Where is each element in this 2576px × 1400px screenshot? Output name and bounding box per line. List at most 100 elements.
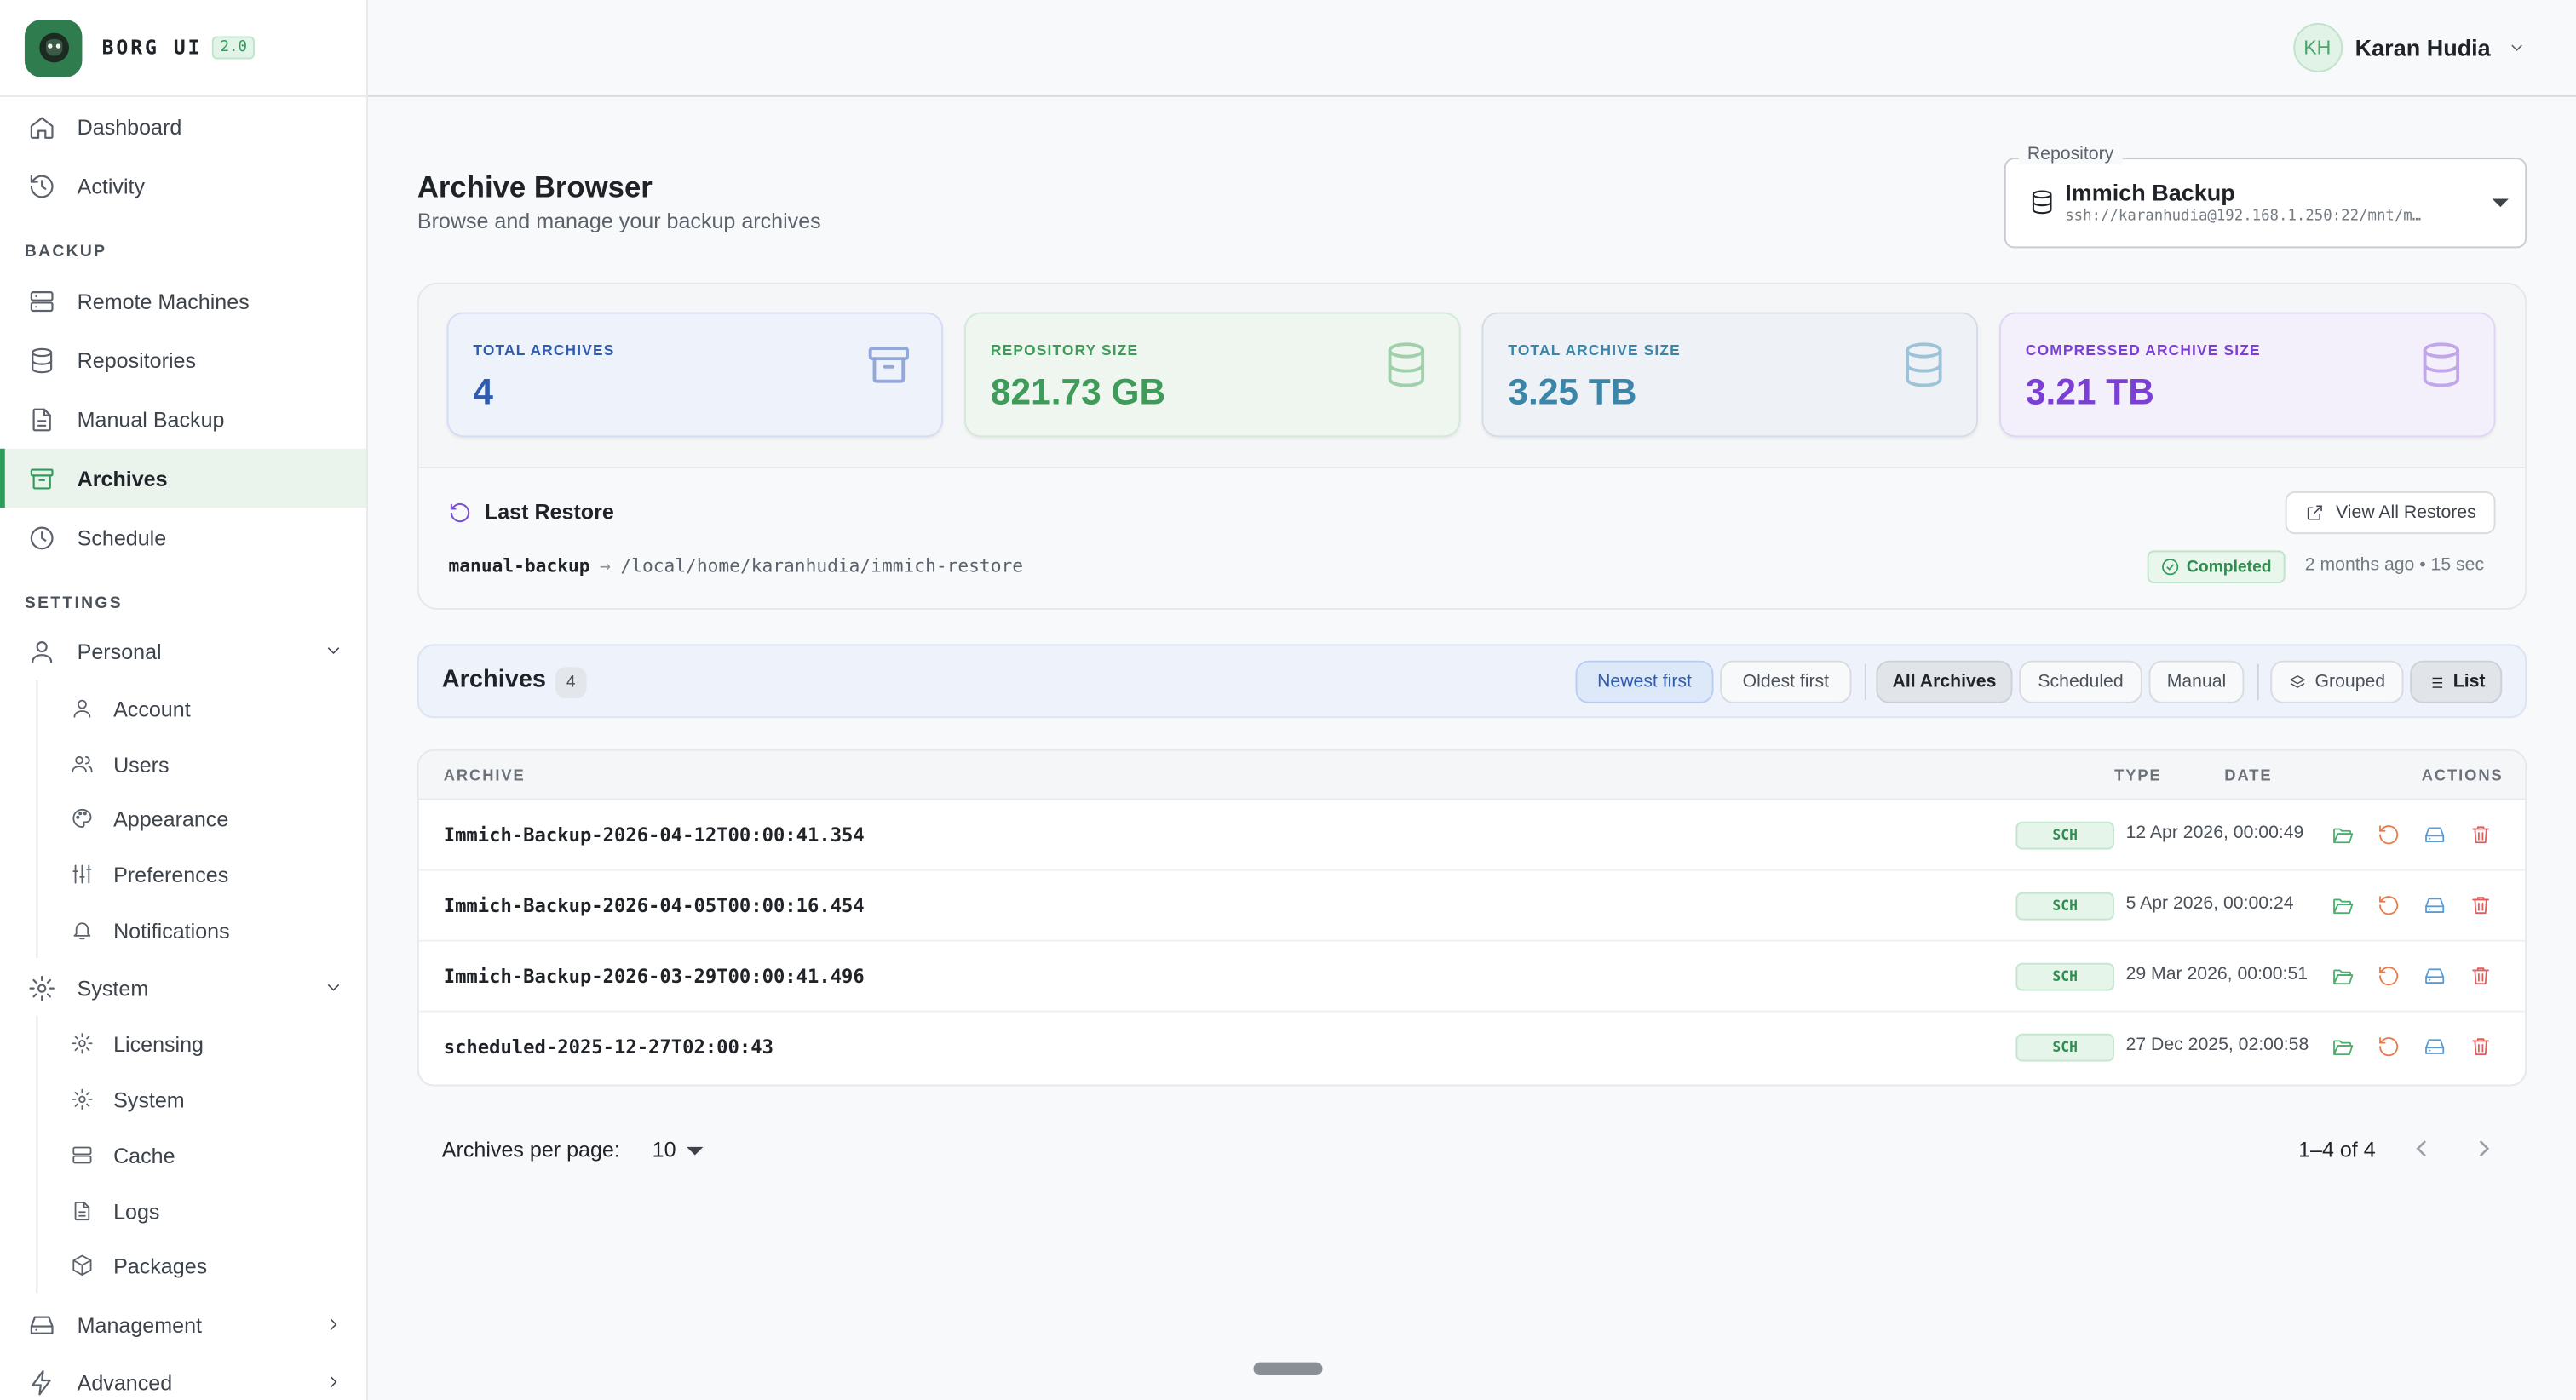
trash-icon[interactable] xyxy=(2470,894,2493,917)
nav-repositories[interactable]: Repositories xyxy=(0,330,366,389)
list-icon xyxy=(2429,676,2443,687)
filter-scheduled-button[interactable]: Scheduled xyxy=(2019,660,2142,703)
nav-logs[interactable]: Logs xyxy=(36,1183,365,1239)
restore-icon[interactable] xyxy=(2378,823,2401,846)
restore-icon[interactable] xyxy=(2378,1036,2401,1059)
archive-date: 5 Apr 2026, 00:00:24 xyxy=(2125,893,2294,914)
filter-manual-button[interactable]: Manual xyxy=(2148,660,2245,703)
home-icon xyxy=(30,116,54,138)
user-icon xyxy=(32,640,53,663)
nav-label: Activity xyxy=(77,173,146,198)
nav-label: Appearance xyxy=(113,806,229,831)
nav-label: Archives xyxy=(77,466,168,491)
nav-advanced[interactable]: Advanced xyxy=(0,1352,366,1400)
user-menu[interactable]: KH Karan Hudia xyxy=(2292,23,2527,72)
nav-personal[interactable]: Personal xyxy=(0,621,366,680)
repository-select[interactable]: Immich Backup ssh://karanhudia@192.168.1… xyxy=(2004,158,2527,249)
palette-icon xyxy=(72,808,92,828)
nav-manual-backup[interactable]: Manual Backup xyxy=(0,389,366,448)
folder-open-icon[interactable] xyxy=(2332,965,2355,988)
view-grouped-button[interactable]: Grouped xyxy=(2270,660,2404,703)
layers-icon xyxy=(2289,674,2306,687)
stat-total-archives: TOTAL ARCHIVES 4 xyxy=(446,312,943,438)
chevron-left-icon[interactable] xyxy=(2406,1133,2436,1163)
nav-account[interactable]: Account xyxy=(36,680,365,737)
col-archive: ARCHIVE xyxy=(443,767,526,786)
sort-oldest-button[interactable]: Oldest first xyxy=(1720,660,1852,703)
filter-all-button[interactable]: All Archives xyxy=(1876,660,2013,703)
check-circle-icon xyxy=(2162,559,2179,576)
view-list-button[interactable]: List xyxy=(2410,660,2503,703)
nav-label: Licensing xyxy=(113,1030,204,1056)
table-row[interactable]: Immich-Backup-2026-03-29T00:00:41.496 SC… xyxy=(418,942,2526,1013)
view-all-restores-label: View All Restores xyxy=(2336,502,2476,523)
nav-label: Preferences xyxy=(113,862,229,887)
nav-appearance[interactable]: Appearance xyxy=(36,790,365,846)
table-row[interactable]: scheduled-2025-12-27T02:00:43 SCH 27 Dec… xyxy=(419,1013,2525,1083)
col-date: DATE xyxy=(2224,767,2273,786)
mount-drive-icon[interactable] xyxy=(2424,894,2447,917)
nav-archives[interactable]: Archives xyxy=(0,448,367,508)
nav-activity[interactable]: Activity xyxy=(0,156,366,215)
nav-schedule[interactable]: Schedule xyxy=(0,508,366,566)
user-name: Karan Hudia xyxy=(2355,34,2491,61)
table-row[interactable]: Immich-Backup-2026-04-05T00:00:16.454 SC… xyxy=(418,871,2526,942)
mount-drive-icon[interactable] xyxy=(2424,1036,2447,1059)
clock-icon xyxy=(30,525,54,549)
section-backup: BACKUP xyxy=(24,243,107,261)
archives-title: Archives xyxy=(441,665,547,694)
avatar: KH xyxy=(2292,23,2343,72)
page-title: Archive Browser xyxy=(417,170,653,204)
table-row[interactable]: Immich-Backup-2026-04-12T00:00:41.354 SC… xyxy=(418,800,2526,871)
view-all-restores-button[interactable]: View All Restores xyxy=(2285,491,2496,535)
archive-name: Immich-Backup-2026-03-29T00:00:41.496 xyxy=(443,964,865,988)
nav-system[interactable]: System xyxy=(0,958,366,1017)
folder-open-icon[interactable] xyxy=(2332,1036,2355,1059)
nav-users[interactable]: Users xyxy=(36,736,365,793)
rows-per-page-select[interactable]: 10 xyxy=(653,1137,676,1162)
nav-packages[interactable]: Packages xyxy=(36,1236,365,1294)
dropdown-caret-icon[interactable] xyxy=(687,1146,704,1156)
repository-name: Immich Backup xyxy=(2065,179,2235,206)
archive-name: Immich-Backup-2026-04-05T00:00:16.454 xyxy=(443,893,865,917)
chevron-down-icon xyxy=(327,647,340,654)
stat-repository-size: REPOSITORY SIZE 821.73 GB xyxy=(964,312,1461,438)
col-actions: ACTIONS xyxy=(2421,767,2504,786)
nav-licensing[interactable]: Licensing xyxy=(36,1015,365,1072)
sort-newest-button[interactable]: Newest first xyxy=(1575,660,1714,703)
mount-drive-icon[interactable] xyxy=(2424,965,2447,988)
restore-icon[interactable] xyxy=(2378,965,2401,988)
folder-open-icon[interactable] xyxy=(2332,894,2355,917)
nav-system-settings[interactable]: System xyxy=(36,1071,365,1127)
archive-icon xyxy=(30,468,54,489)
server-icon xyxy=(72,1146,92,1164)
mount-drive-icon[interactable] xyxy=(2424,823,2447,846)
gear-icon xyxy=(72,1088,93,1110)
nav-label: Advanced xyxy=(77,1369,173,1395)
stat-label: REPOSITORY SIZE xyxy=(990,341,1139,359)
nav-dashboard[interactable]: Dashboard xyxy=(0,97,366,156)
folder-open-icon[interactable] xyxy=(2332,823,2355,846)
restore-icon[interactable] xyxy=(2378,894,2401,917)
trash-icon[interactable] xyxy=(2470,823,2493,846)
stat-label: TOTAL ARCHIVES xyxy=(473,341,615,359)
gear-icon xyxy=(72,1033,93,1054)
trash-icon[interactable] xyxy=(2470,965,2493,988)
nav-label: Notifications xyxy=(113,917,230,943)
stat-compressed-archive-size: COMPRESSED ARCHIVE SIZE 3.21 TB xyxy=(1999,312,2496,438)
nav-remote-machines[interactable]: Remote Machines xyxy=(0,271,366,330)
nav-notifications[interactable]: Notifications xyxy=(36,902,365,958)
nav-management[interactable]: Management xyxy=(0,1295,366,1354)
scroll-handle[interactable] xyxy=(1253,1362,1323,1376)
app-logo[interactable] xyxy=(24,19,83,77)
drive-icon xyxy=(30,1315,54,1334)
chevron-right-icon[interactable] xyxy=(2470,1133,2499,1163)
archive-name: Immich-Backup-2026-04-12T00:00:41.354 xyxy=(443,823,865,846)
type-badge: SCH xyxy=(2015,962,2115,991)
nav-cache[interactable]: Cache xyxy=(36,1127,365,1184)
trash-icon[interactable] xyxy=(2470,1036,2493,1059)
toolbar-divider xyxy=(2257,663,2259,700)
nav-label: Manual Backup xyxy=(77,406,225,432)
nav-preferences[interactable]: Preferences xyxy=(36,846,365,903)
nav-label: Personal xyxy=(77,638,162,663)
